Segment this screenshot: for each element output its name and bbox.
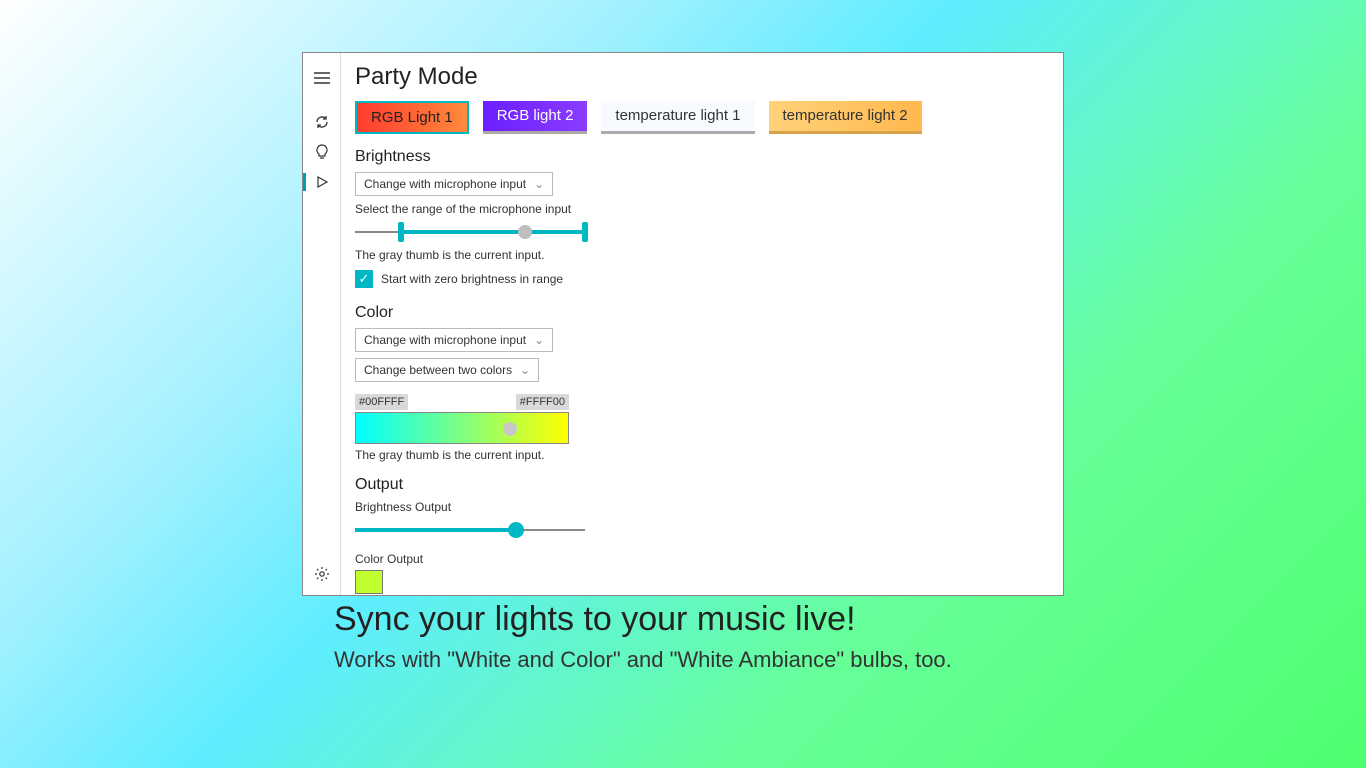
range-active-segment <box>401 230 585 234</box>
chevron-down-icon: ⌄ <box>534 333 544 347</box>
tab-label: RGB Light 1 <box>371 109 453 126</box>
current-input-thumb <box>503 422 517 436</box>
page-title: Party Mode <box>355 63 1047 91</box>
promo-headline: Sync your lights to your music live! <box>334 600 1034 639</box>
brightness-range-slider[interactable] <box>355 220 585 244</box>
app-window: Party Mode RGB Light 1 RGB light 2 tempe… <box>302 52 1064 596</box>
brightness-output-label: Brightness Output <box>355 500 1047 514</box>
content-pane: Party Mode RGB Light 1 RGB light 2 tempe… <box>341 53 1063 595</box>
color-mode-dropdown[interactable]: Change with microphone input ⌄ <box>355 328 553 352</box>
tab-label: temperature light 1 <box>615 107 740 124</box>
dropdown-label: Change between two colors <box>364 363 512 377</box>
hex-from-chip: #00FFFF <box>355 394 408 410</box>
settings-nav-item[interactable] <box>303 559 341 589</box>
sidebar <box>303 53 341 595</box>
zero-brightness-label: Start with zero brightness in range <box>381 272 563 286</box>
brightness-heading: Brightness <box>355 148 1047 166</box>
promo-text: Sync your lights to your music live! Wor… <box>334 600 1034 675</box>
chevron-down-icon: ⌄ <box>520 363 530 377</box>
check-icon: ✓ <box>359 271 370 287</box>
range-handle-low[interactable] <box>398 222 404 242</box>
color-hex-row: #00FFFF #FFFF00 <box>355 394 569 410</box>
color-output-swatch <box>355 570 383 594</box>
zero-brightness-checkbox[interactable]: ✓ <box>355 270 373 288</box>
tab-label: RGB light 2 <box>497 107 574 124</box>
slider-knob[interactable] <box>508 522 524 538</box>
color-gradient-slider[interactable] <box>355 412 569 444</box>
color-hint: The gray thumb is the current input. <box>355 448 1047 462</box>
tab-temperature-light-1[interactable]: temperature light 1 <box>601 101 754 134</box>
tab-temperature-light-2[interactable]: temperature light 2 <box>769 101 922 134</box>
play-nav-item[interactable] <box>303 167 341 197</box>
dropdown-label: Change with microphone input <box>364 177 526 191</box>
brightness-hint: The gray thumb is the current input. <box>355 248 1047 262</box>
menu-button[interactable] <box>303 63 341 93</box>
gear-icon <box>314 566 330 582</box>
tab-label: temperature light 2 <box>783 107 908 124</box>
brightness-range-label: Select the range of the microphone input <box>355 202 1047 216</box>
promo-subtext: Works with "White and Color" and "White … <box>334 645 1034 675</box>
tab-rgb-light-1[interactable]: RGB Light 1 <box>355 101 469 134</box>
bulb-icon <box>315 144 329 160</box>
hex-to-chip: #FFFF00 <box>516 394 569 410</box>
sync-nav-item[interactable] <box>303 107 341 137</box>
tab-rgb-light-2[interactable]: RGB light 2 <box>483 101 588 134</box>
color-heading: Color <box>355 304 1047 322</box>
chevron-down-icon: ⌄ <box>534 177 544 191</box>
color-transition-dropdown[interactable]: Change between two colors ⌄ <box>355 358 539 382</box>
output-heading: Output <box>355 476 1047 494</box>
dropdown-label: Change with microphone input <box>364 333 526 347</box>
brightness-output-slider[interactable] <box>355 520 585 540</box>
brightness-mode-dropdown[interactable]: Change with microphone input ⌄ <box>355 172 553 196</box>
light-tabs: RGB Light 1 RGB light 2 temperature ligh… <box>355 101 1047 134</box>
current-input-thumb <box>518 225 532 239</box>
hamburger-icon <box>314 72 330 84</box>
color-output-label: Color Output <box>355 552 1047 566</box>
play-icon <box>316 176 328 188</box>
bulb-nav-item[interactable] <box>303 137 341 167</box>
range-handle-high[interactable] <box>582 222 588 242</box>
sync-icon <box>314 114 330 130</box>
